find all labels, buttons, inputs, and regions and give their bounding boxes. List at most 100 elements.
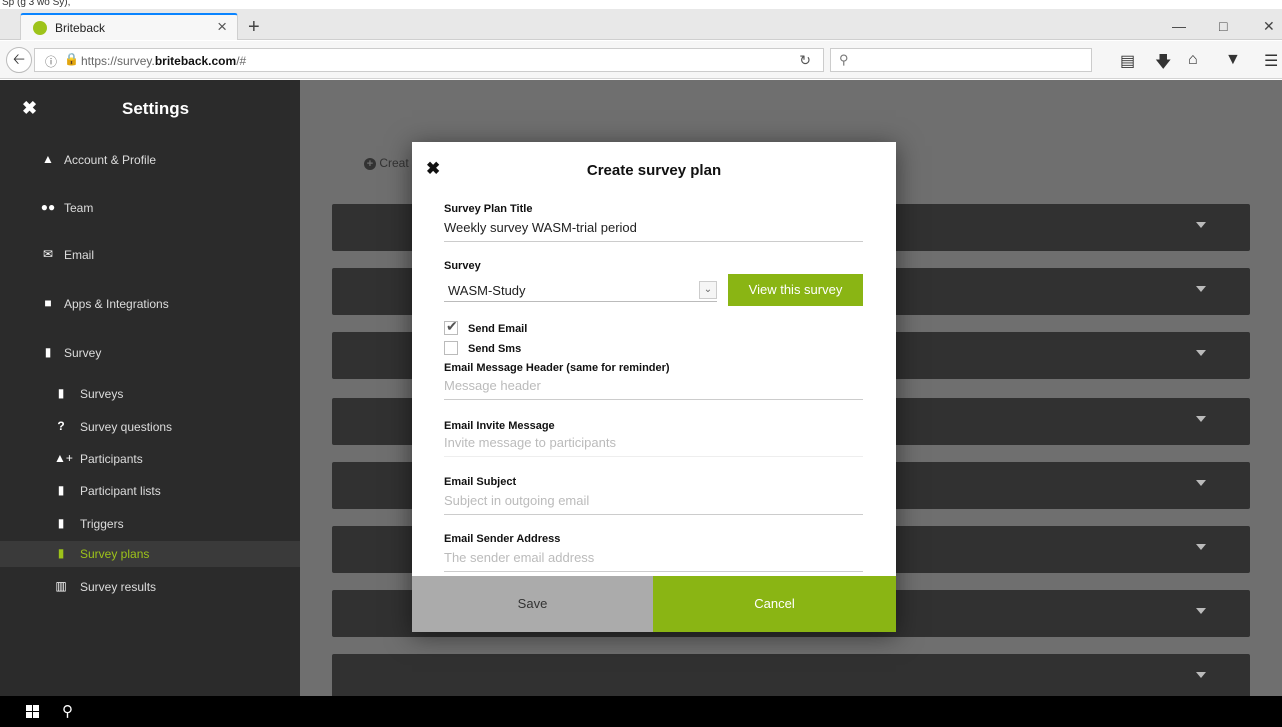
file-icon: ▮: [57, 386, 65, 400]
url-bar[interactable]: ⓘ 🔒 https://survey.briteback.com/# ↻: [34, 48, 824, 72]
sidebar-item-team[interactable]: ●● Team: [0, 194, 300, 224]
file-icon: ▮: [44, 345, 52, 359]
sidebar-item-label: Survey: [64, 346, 102, 360]
back-button[interactable]: 🡠: [6, 47, 32, 73]
sidebar-item-label: Participants: [80, 452, 143, 466]
menu-icon[interactable]: ☰: [1264, 51, 1278, 71]
chevron-down-icon[interactable]: [1196, 608, 1206, 614]
bar-chart-icon: ▥: [55, 579, 67, 593]
user-plus-icon: ▲+: [54, 451, 73, 465]
plan-title-input[interactable]: Weekly survey WASM-trial period: [444, 220, 863, 242]
sidebar-item-label: Participant lists: [80, 484, 161, 498]
invite-message-label: Email Invite Message: [444, 420, 555, 432]
window-close-button[interactable]: ✕: [1263, 18, 1275, 35]
close-icon[interactable]: ✖: [22, 98, 37, 119]
plan-title-label: Survey Plan Title: [444, 203, 533, 215]
sidebar-item-survey-results[interactable]: ▥ Survey results: [0, 574, 300, 600]
tab-title: Briteback: [55, 21, 106, 35]
sidebar-item-label: Survey results: [80, 580, 157, 594]
view-this-survey-button[interactable]: View this survey: [728, 274, 863, 306]
sidebar-item-label: Triggers: [80, 517, 124, 531]
pocket-icon[interactable]: ▼: [1225, 51, 1241, 69]
sidebar-item-survey[interactable]: ▮ Survey: [0, 339, 300, 369]
checkmark-icon: ✔: [446, 318, 458, 334]
create-survey-plan-modal: ✖ Create survey plan Survey Plan Title W…: [412, 142, 896, 632]
square-icon: ■: [44, 296, 52, 310]
browser-tab[interactable]: Briteback ×: [20, 13, 238, 40]
sidebar-item-triggers[interactable]: ▮ Triggers: [0, 511, 300, 537]
sidebar-item-email[interactable]: ✉ Email: [0, 241, 300, 271]
browser-search-field[interactable]: ⚲: [830, 48, 1092, 72]
download-icon[interactable]: 🡇: [1155, 51, 1171, 78]
home-icon[interactable]: ⌂: [1188, 51, 1198, 69]
sidebar-item-label: Survey questions: [80, 420, 173, 434]
search-icon: ⚲: [839, 52, 849, 67]
sidebar-item-survey-plans[interactable]: ▮ Survey plans: [0, 541, 300, 567]
sidebar-item-participant-lists[interactable]: ▮ Participant lists: [0, 478, 300, 504]
survey-select[interactable]: WASM-Study ⌄: [444, 279, 717, 302]
arrow-left-icon: 🡠: [12, 51, 26, 68]
send-sms-checkbox[interactable]: [444, 341, 458, 355]
chevron-down-icon[interactable]: [1196, 544, 1206, 550]
browser-tab-strip: Briteback × + — □ ✕: [0, 9, 1282, 40]
modal-footer: Save Cancel: [412, 576, 896, 632]
maximize-button[interactable]: □: [1219, 18, 1227, 34]
search-icon[interactable]: ⚲: [62, 702, 73, 720]
sidebar-item-surveys[interactable]: ▮ Surveys: [0, 381, 300, 407]
sidebar-item-label: Survey plans: [80, 547, 150, 561]
chevron-down-icon[interactable]: [1196, 416, 1206, 422]
sidebar-item-label: Email: [64, 248, 95, 262]
chevron-down-icon[interactable]: [1196, 350, 1206, 356]
url-text: https://survey.briteback.com/#: [81, 54, 247, 68]
survey-plan-row[interactable]: [332, 654, 1250, 701]
user-icon: ▲: [42, 152, 54, 166]
chevron-down-icon[interactable]: [1196, 286, 1206, 292]
sidebar-item-account-profile[interactable]: ▲ Account & Profile: [0, 146, 300, 176]
team-icon: ●●: [40, 200, 56, 214]
minimize-button[interactable]: —: [1172, 18, 1186, 34]
sidebar-item-label: Surveys: [80, 387, 124, 401]
tab-close-icon[interactable]: ×: [217, 17, 227, 37]
sidebar-item-survey-questions[interactable]: ? Survey questions: [0, 414, 300, 440]
sidebar-item-label: Team: [64, 201, 94, 215]
sender-address-label: Email Sender Address: [444, 533, 561, 545]
browser-nav-bar: 🡠 ⓘ 🔒 https://survey.briteback.com/# ↻ ⚲…: [0, 41, 1282, 79]
file-icon: ▮: [57, 516, 65, 530]
envelope-icon: ✉: [42, 247, 54, 261]
create-survey-plan-link[interactable]: + Creat: [364, 156, 409, 170]
file-icon: ▮: [57, 483, 65, 497]
save-button[interactable]: Save: [412, 576, 653, 632]
email-subject-input[interactable]: Subject in outgoing email: [444, 493, 863, 515]
email-header-input[interactable]: Message header: [444, 378, 863, 400]
create-link-label: Creat: [379, 156, 409, 170]
sidebar-item-label: Apps & Integrations: [64, 297, 169, 311]
email-subject-label: Email Subject: [444, 476, 517, 488]
file-icon: ▮: [57, 546, 65, 560]
chevron-down-icon[interactable]: [1196, 480, 1206, 486]
new-tab-button[interactable]: +: [248, 16, 260, 39]
chevron-down-icon[interactable]: [1196, 672, 1206, 678]
send-email-checkbox[interactable]: ✔: [444, 318, 458, 335]
question-icon: ?: [57, 419, 65, 433]
cancel-button[interactable]: Cancel: [653, 576, 896, 632]
reload-icon[interactable]: ↻: [799, 52, 811, 69]
windows-start-icon[interactable]: [26, 705, 40, 719]
chevron-down-icon[interactable]: ⌄: [699, 281, 717, 299]
send-sms-label: Send Sms: [468, 343, 522, 355]
survey-label: Survey: [444, 260, 481, 272]
send-email-label: Send Email: [468, 323, 528, 335]
lock-icon: 🔒: [64, 52, 79, 66]
invite-message-input[interactable]: Invite message to participants: [444, 435, 863, 457]
chevron-down-icon[interactable]: [1196, 222, 1206, 228]
os-taskbar: ⚲: [0, 696, 1282, 727]
top-sliver: Sp (g 3 wo Sy),: [0, 0, 1282, 9]
clipboard-icon[interactable]: ▤: [1120, 51, 1135, 71]
sidebar-item-participants[interactable]: ▲+ Participants: [0, 446, 300, 472]
plus-circle-icon: +: [364, 158, 376, 170]
sidebar-item-apps-integrations[interactable]: ■ Apps & Integrations: [0, 290, 300, 320]
sidebar-title: Settings: [122, 99, 190, 118]
sidebar-item-label: Account & Profile: [64, 153, 157, 167]
info-icon[interactable]: ⓘ: [45, 53, 57, 70]
survey-select-value: WASM-Study: [448, 283, 526, 298]
sender-address-input[interactable]: The sender email address: [444, 550, 863, 572]
